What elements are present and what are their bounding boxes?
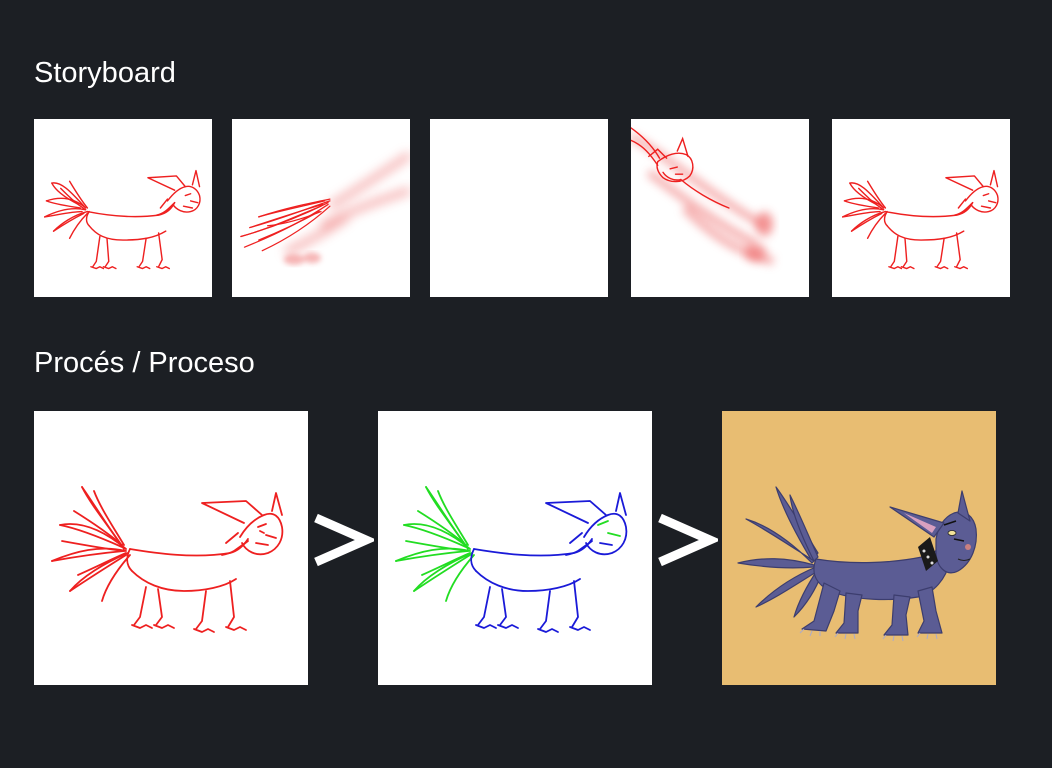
creature-sketch-image	[841, 169, 999, 270]
creature-sketch-image	[43, 169, 201, 270]
creature-colored-image	[737, 486, 977, 642]
process-step-lineart[interactable]	[378, 411, 652, 685]
creature-red-sketch-image	[51, 486, 284, 633]
process-title: Procés / Proceso	[34, 347, 255, 379]
greater-than-arrow-icon	[654, 500, 718, 580]
storyboard-frame-1[interactable]	[34, 119, 212, 297]
process-step-sketch[interactable]	[34, 411, 308, 685]
greater-than-arrow-icon	[310, 500, 374, 580]
creature-lineart-image	[395, 486, 628, 633]
storyboard-frame-4[interactable]	[631, 119, 809, 297]
storyboard-title: Storyboard	[34, 57, 176, 89]
storyboard-frame-3[interactable]	[430, 119, 608, 297]
creature-motion-blur-right-image	[631, 127, 775, 266]
storyboard-frame-2[interactable]	[232, 119, 410, 297]
creature-motion-blur-left-image	[240, 151, 410, 265]
storyboard-frame-5[interactable]	[832, 119, 1010, 297]
process-step-final[interactable]	[722, 411, 996, 685]
blank-frame-image	[430, 119, 608, 297]
